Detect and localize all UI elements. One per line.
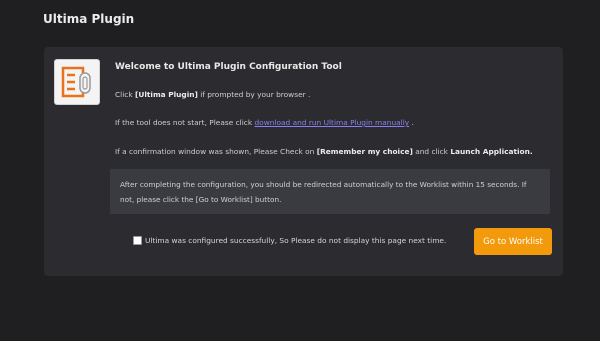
go-to-worklist-button[interactable]: Go to Worklist xyxy=(474,228,552,255)
dont-show-again-row: Ultima was configured successfully, So P… xyxy=(133,236,446,245)
plugin-name-text: [Ultima Plugin] xyxy=(134,90,198,99)
download-plugin-link[interactable]: download and run Ultima Plugin manually xyxy=(254,118,409,127)
remember-choice-text: [Remember my choice] xyxy=(316,147,413,156)
instruction-manual-download: If the tool does not start, Please click… xyxy=(115,118,414,127)
instruction-click-plugin: Click [Ultima Plugin] if prompted by you… xyxy=(115,90,311,99)
configuration-panel: Welcome to Ultima Plugin Configuration T… xyxy=(44,47,563,276)
instruction-confirmation: If a confirmation window was shown, Plea… xyxy=(115,147,533,156)
ultima-plugin-logo-icon xyxy=(54,59,100,105)
dont-show-again-checkbox[interactable] xyxy=(133,236,142,245)
dont-show-again-label[interactable]: Ultima was configured successfully, So P… xyxy=(145,236,446,245)
redirect-notice: After completing the configuration, you … xyxy=(110,169,550,214)
welcome-heading: Welcome to Ultima Plugin Configuration T… xyxy=(115,62,342,72)
launch-application-text: Launch Application. xyxy=(450,147,533,156)
page-title: Ultima Plugin xyxy=(43,12,135,26)
